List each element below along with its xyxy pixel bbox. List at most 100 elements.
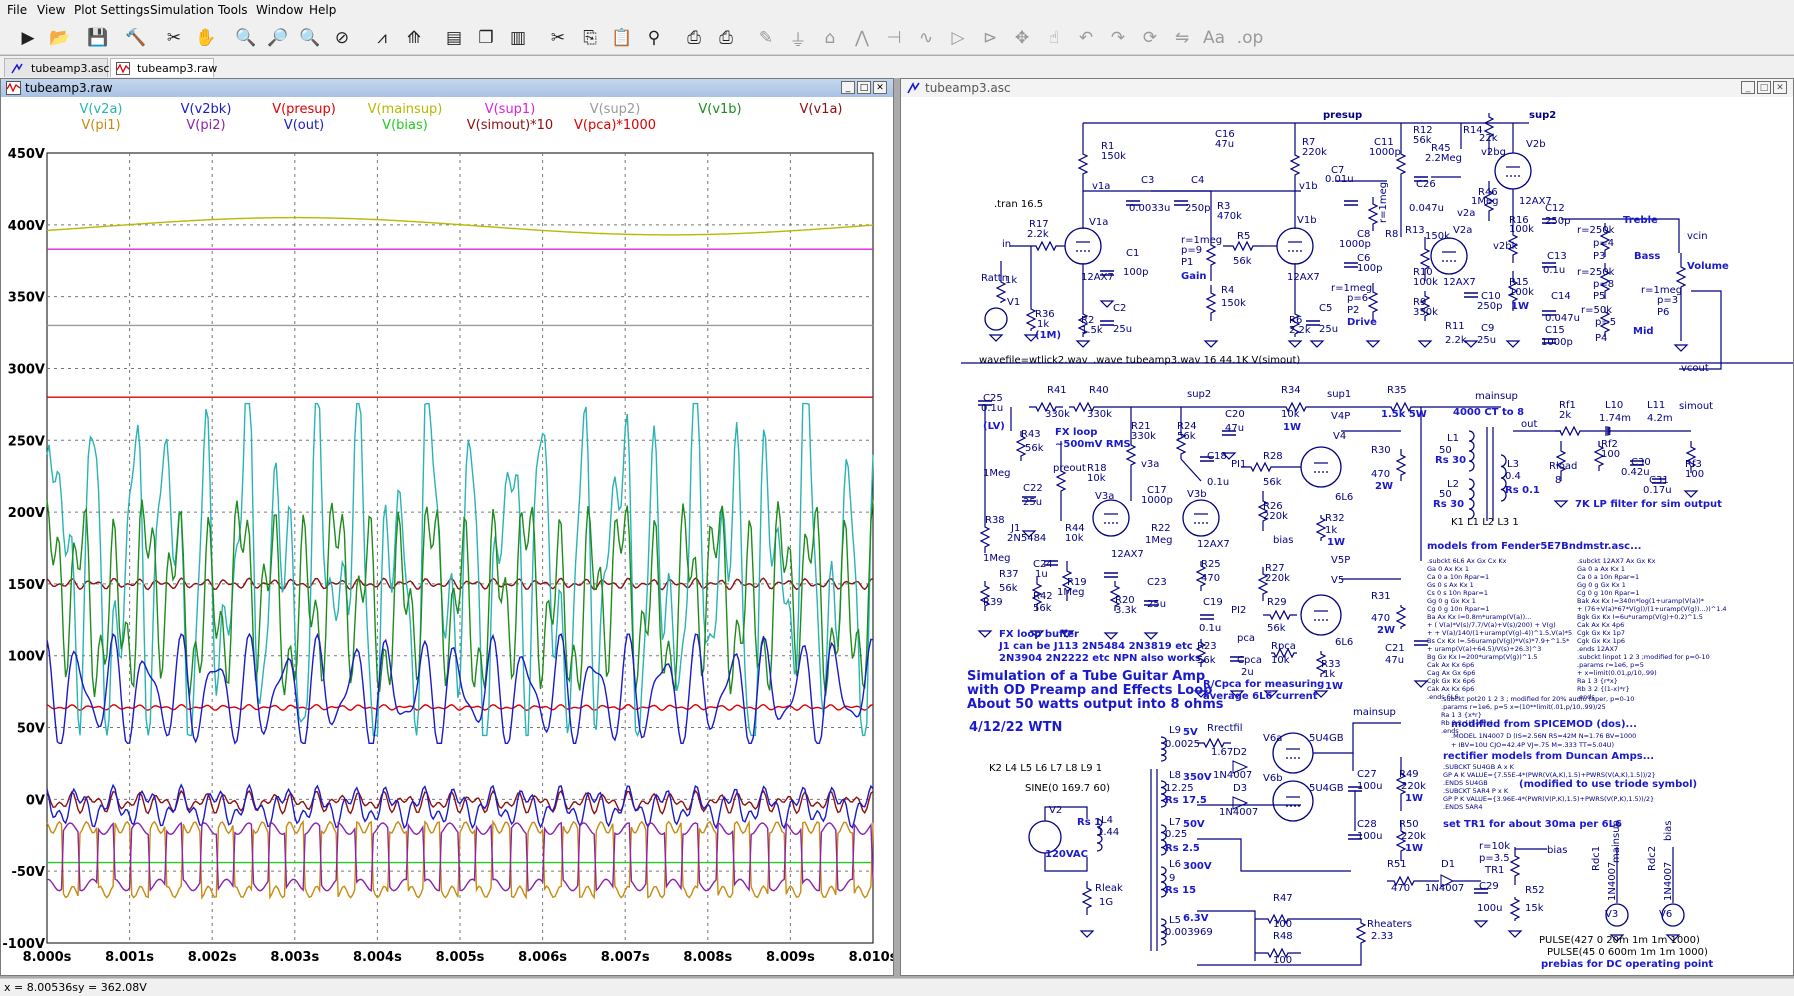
close-button[interactable]: ✕ <box>1773 81 1787 94</box>
resistor-symbol[interactable] <box>1223 240 1263 252</box>
window-titlebar[interactable]: tubeamp3.raw _ □ ✕ <box>1 79 893 97</box>
vacuum-tube-symbol[interactable] <box>1494 152 1532 190</box>
run-icon[interactable]: ▶ <box>14 24 42 52</box>
close-button[interactable]: ✕ <box>873 81 887 94</box>
print-setup-icon[interactable]: ⎙ <box>712 24 740 52</box>
resistor-symbol[interactable] <box>1355 919 1367 947</box>
vacuum-tube-symbol[interactable] <box>1300 446 1342 488</box>
run-probe-icon[interactable]: ✂ <box>160 24 188 52</box>
move-icon[interactable]: ✥ <box>1008 24 1036 52</box>
legend-entry[interactable]: V(out) <box>284 118 324 133</box>
zoom-in-icon[interactable]: 🔍 <box>232 24 260 52</box>
legend-entry[interactable]: V(simout)*10 <box>467 118 553 133</box>
cut-icon[interactable]: ✂ <box>544 24 572 52</box>
legend-entry[interactable]: V(v1a) <box>800 102 843 117</box>
menu-window[interactable]: Window <box>256 3 303 17</box>
redo-icon[interactable]: ↷ <box>1104 24 1132 52</box>
legend-entry[interactable]: V(pca)*1000 <box>574 118 656 133</box>
legend-entry[interactable]: V(sup2) <box>590 102 641 117</box>
save-icon[interactable]: 💾 <box>84 24 112 52</box>
resistor-symbol[interactable] <box>995 281 1007 303</box>
rotate-icon[interactable]: ⟳ <box>1136 24 1164 52</box>
resistor-symbol[interactable] <box>1055 441 1067 521</box>
legend-entry[interactable]: V(v2bk) <box>181 102 232 117</box>
resistor-symbol[interactable] <box>1081 881 1093 915</box>
zoom-out-icon[interactable]: 🔍 <box>296 24 324 52</box>
legend-entry[interactable]: V(mainsup) <box>368 102 443 117</box>
schematic-canvas[interactable]: presup sup2R1150kC1647u R7220kC111000pR125… <box>901 97 1793 975</box>
resistor-symbol[interactable] <box>1367 197 1379 231</box>
vacuum-tube-symbol[interactable] <box>1092 499 1130 537</box>
resistor-symbol[interactable] <box>1395 449 1407 481</box>
control-panel-icon[interactable]: 🔨 <box>122 24 150 52</box>
voltage-source-symbol[interactable] <box>984 307 1008 331</box>
resistor-symbol[interactable] <box>1263 609 1297 621</box>
resistor-symbol[interactable] <box>1555 425 1585 437</box>
resistor-symbol[interactable] <box>1315 515 1327 541</box>
diode-icon[interactable]: ▷ <box>944 24 972 52</box>
resistor-symbol[interactable] <box>1025 307 1037 331</box>
zoom-cancel-icon[interactable]: ⊘ <box>328 24 356 52</box>
find-icon[interactable]: ⚲ <box>640 24 668 52</box>
vacuum-tube-symbol[interactable] <box>1182 499 1220 537</box>
capacitor-icon[interactable]: ⊣ <box>880 24 908 52</box>
resistor-symbol[interactable] <box>1241 461 1281 473</box>
resistor-symbol[interactable] <box>1289 149 1301 181</box>
legend-entry[interactable]: V(presup) <box>272 102 336 117</box>
resistor-symbol[interactable] <box>1205 285 1217 321</box>
undo-icon[interactable]: ↶ <box>1072 24 1100 52</box>
maximize-button[interactable]: □ <box>857 81 871 94</box>
zoom-full-icon[interactable]: 🔎 <box>264 24 292 52</box>
waveform-plot[interactable]: 8.000s 8.001s 8.002s 8.003s 8.004s 8.005s 8.00… <box>1 97 893 975</box>
tile-vertical-icon[interactable]: ▥ <box>504 24 532 52</box>
menu-plot-settings[interactable]: Plot Settings <box>74 3 150 17</box>
fft-icon[interactable]: ⟰ <box>400 24 428 52</box>
legend-entry[interactable]: V(bias) <box>382 118 428 133</box>
vacuum-tube-symbol[interactable] <box>1300 594 1342 636</box>
text-icon[interactable]: Aa <box>1200 24 1228 52</box>
legend-entry[interactable]: V(pi2) <box>186 118 225 133</box>
print-icon[interactable]: ⎙ <box>680 24 708 52</box>
menu-help[interactable]: Help <box>309 3 336 17</box>
vacuum-tube-symbol[interactable] <box>1276 227 1314 265</box>
menu-view[interactable]: View <box>37 3 65 17</box>
menu-tools[interactable]: Tools <box>218 3 248 17</box>
vacuum-tube-symbol[interactable] <box>1272 780 1314 822</box>
legend-entry[interactable]: V(sup1) <box>485 102 536 117</box>
legend-entry[interactable]: V(pi1) <box>81 118 120 133</box>
tab-tubeamp3-raw[interactable]: tubeamp3.raw <box>110 58 217 77</box>
vacuum-tube-symbol[interactable] <box>1430 237 1468 275</box>
pan-hand-icon[interactable]: ✋ <box>192 24 220 52</box>
cascade-icon[interactable]: ❐ <box>472 24 500 52</box>
resistor-symbol[interactable] <box>1395 605 1407 629</box>
draw-wire-icon[interactable]: ✎ <box>752 24 780 52</box>
inductor-symbol[interactable] <box>1468 430 1475 472</box>
resistor-symbol[interactable] <box>1509 897 1521 921</box>
drag-icon[interactable]: ☝ <box>1040 24 1068 52</box>
resistor-symbol[interactable] <box>1031 240 1061 252</box>
paste-icon[interactable]: 📋 <box>608 24 636 52</box>
inductor-icon[interactable]: ∿ <box>912 24 940 52</box>
vacuum-tube-symbol[interactable] <box>1064 227 1102 265</box>
legend-entry[interactable]: V(v1b) <box>698 102 741 117</box>
tab-tubeamp3-asc[interactable]: tubeamp3.asc <box>4 58 110 77</box>
spice-directive-icon[interactable]: .op <box>1236 24 1264 52</box>
resistor-symbol[interactable] <box>1197 737 1231 749</box>
tile-horizontal-icon[interactable]: ▤ <box>440 24 468 52</box>
component-icon[interactable]: ⊳ <box>976 24 1004 52</box>
ground-icon[interactable]: ⏚ <box>784 24 812 52</box>
menu-file[interactable]: File <box>7 3 27 17</box>
legend-entry[interactable]: V(v2a) <box>80 102 123 117</box>
label-net-icon[interactable]: ⌂ <box>816 24 844 52</box>
resistor-symbol[interactable] <box>1509 847 1521 885</box>
copy-icon[interactable]: ⎘ <box>576 24 604 52</box>
inductor-symbol[interactable] <box>1468 478 1475 520</box>
mirror-icon[interactable]: ⇋ <box>1168 24 1196 52</box>
window-titlebar[interactable]: tubeamp3.asc _ □ ✕ <box>901 79 1793 97</box>
autorange-icon[interactable]: ⩘ <box>368 24 396 52</box>
resistor-icon[interactable]: ⋀ <box>848 24 876 52</box>
minimize-button[interactable]: _ <box>1741 81 1755 94</box>
open-icon[interactable]: 📂 <box>46 24 74 52</box>
minimize-button[interactable]: _ <box>841 81 855 94</box>
menu-simulation[interactable]: Simulation <box>150 3 214 17</box>
